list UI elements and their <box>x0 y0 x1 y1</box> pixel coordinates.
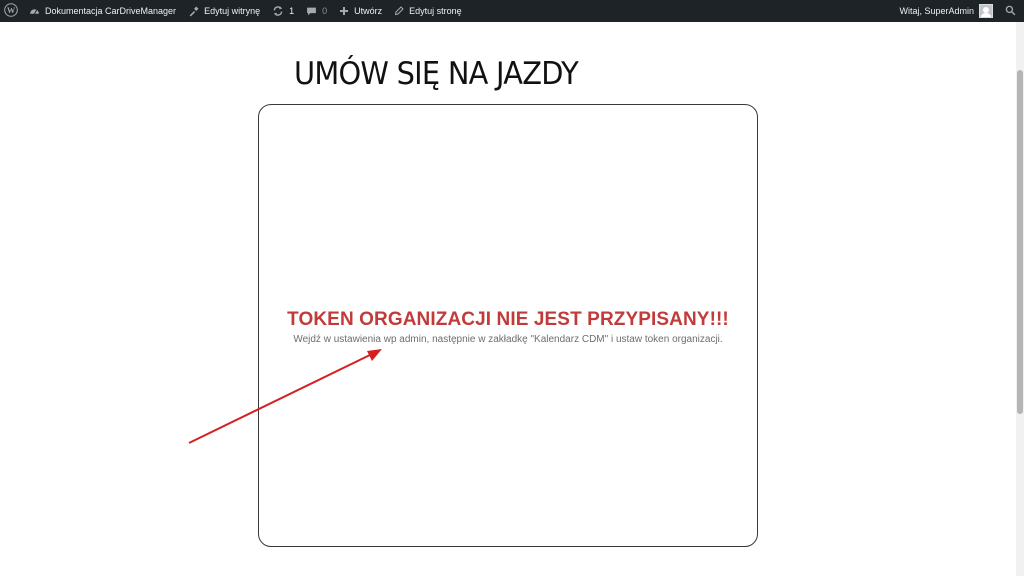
search-button[interactable] <box>999 0 1024 22</box>
admin-bar: W Dokumentacja CarDriveManager Edytuj wi… <box>0 0 1024 22</box>
pencil-icon <box>394 6 404 16</box>
wordpress-logo-icon: W <box>4 3 18 19</box>
greeting-text: Witaj, SuperAdmin <box>899 6 974 16</box>
admin-bar-right: Witaj, SuperAdmin <box>893 0 1024 22</box>
edit-page-label: Edytuj stronę <box>409 6 462 16</box>
token-error-message: Wejdź w ustawienia wp admin, następnie w… <box>293 334 723 345</box>
updates-count: 1 <box>289 6 295 16</box>
site-name: Dokumentacja CarDriveManager <box>45 6 177 16</box>
search-icon <box>1005 5 1016 18</box>
new-content-link[interactable]: Utwórz <box>333 0 388 22</box>
scrollbar-thumb[interactable] <box>1017 70 1023 414</box>
plus-icon <box>339 6 349 16</box>
edit-page-link[interactable]: Edytuj stronę <box>388 0 468 22</box>
calendar-container: TOKEN ORGANIZACJI NIE JEST PRZYPISANY!!!… <box>258 104 758 547</box>
page-scrollbar[interactable] <box>1016 22 1024 576</box>
site-name-link[interactable]: Dokumentacja CarDriveManager <box>23 0 182 22</box>
edit-site-link[interactable]: Edytuj witrynę <box>182 0 266 22</box>
svg-text:W: W <box>7 6 16 15</box>
customize-icon <box>188 6 199 17</box>
updates-link[interactable]: 1 <box>266 0 300 22</box>
my-account-menu[interactable]: Witaj, SuperAdmin <box>893 0 999 22</box>
admin-bar-left: W Dokumentacja CarDriveManager Edytuj wi… <box>0 0 468 22</box>
comments-count: 0 <box>322 6 328 16</box>
comment-icon <box>306 6 317 17</box>
comments-link[interactable]: 0 <box>300 0 333 22</box>
wordpress-menu[interactable]: W <box>0 0 23 22</box>
dashboard-icon <box>29 6 40 17</box>
new-content-label: Utwórz <box>354 6 383 16</box>
page-title: UMÓW SIĘ NA JAZDY <box>294 56 579 92</box>
edit-site-label: Edytuj witrynę <box>204 6 261 16</box>
token-error-title: TOKEN ORGANIZACJI NIE JEST PRZYPISANY!!! <box>287 309 729 330</box>
avatar <box>979 4 993 18</box>
updates-icon <box>272 5 284 17</box>
